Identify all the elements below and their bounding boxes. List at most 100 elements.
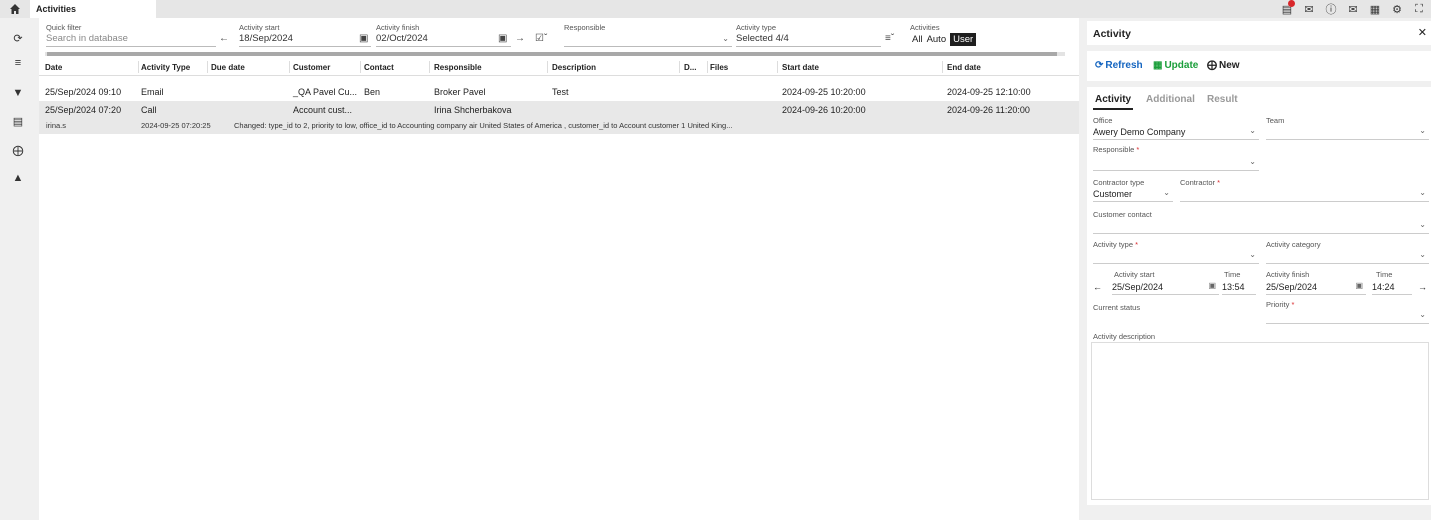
sliders-icon[interactable]: ≡ — [11, 56, 25, 70]
refresh-icon[interactable]: ⟳ — [11, 31, 25, 45]
refresh-button[interactable]: ⟳ Refresh — [1095, 60, 1143, 71]
customer-contact-label: Customer contact — [1093, 210, 1152, 219]
chevron-down-icon: ⌄ — [1249, 126, 1256, 135]
chat-icon[interactable]: ✉ — [1345, 1, 1361, 17]
activity-start-input[interactable]: 25/Sep/2024 ▣ — [1112, 280, 1219, 295]
calendar-icon[interactable]: ▣ — [1355, 281, 1363, 290]
info-icon[interactable]: ⓘ — [1323, 1, 1339, 17]
filter-icon[interactable]: ▼ — [11, 86, 25, 100]
panel-header: Activity ✕ — [1087, 21, 1431, 45]
tab-result[interactable]: Result — [1207, 94, 1238, 105]
col-customer[interactable]: Customer — [293, 63, 330, 72]
scrollbar-thumb[interactable] — [47, 52, 1057, 56]
team-select[interactable]: ⌄ — [1266, 125, 1429, 140]
contractor-label: Contractor * — [1180, 178, 1221, 187]
save-icon: ▦ — [1153, 60, 1163, 71]
col-end-date[interactable]: End date — [947, 63, 981, 72]
panel-form: Activity Additional Result Office Awery … — [1087, 87, 1431, 505]
next-period-arrow-icon[interactable]: → — [515, 33, 525, 44]
customer-contact-select[interactable]: ⌄ — [1093, 219, 1429, 234]
layers-icon[interactable]: ≡ˇ — [885, 33, 894, 44]
col-description[interactable]: Description — [552, 63, 596, 72]
activity-start-label: Activity start — [239, 23, 280, 32]
activities-auto[interactable]: Auto — [927, 34, 947, 45]
activity-description-label: Activity description — [1093, 332, 1156, 341]
priority-select[interactable]: ⌄ — [1266, 309, 1429, 324]
chevron-down-icon: ⌄ — [1419, 126, 1426, 135]
cell-type: Call — [141, 105, 157, 115]
activity-panel: Activity ✕ ⟳ Refresh ▦ Update ⨁ New Activit… — [1083, 18, 1431, 520]
contractor-select[interactable]: ⌄ — [1180, 187, 1429, 202]
activities-all[interactable]: All — [912, 34, 923, 45]
eraser-icon[interactable]: ▲ — [11, 171, 25, 185]
contractor-type-label: Contractor type — [1093, 178, 1145, 187]
table-row[interactable]: 25/Sep/2024 07:20 Call Account cust... I… — [39, 101, 1079, 134]
start-time-input[interactable]: 13:54 — [1222, 280, 1256, 295]
calendar-icon[interactable]: ▣ — [359, 33, 368, 44]
history-time: 2024-09-25 07:20:25 — [141, 121, 211, 130]
cell-type: Email — [141, 87, 164, 97]
filter-bar: Quick filter Search in database ← Activi… — [39, 18, 1079, 54]
col-start-date[interactable]: Start date — [782, 63, 819, 72]
quick-filter-label: Quick filter — [46, 23, 82, 32]
calendar-icon[interactable]: ▣ — [498, 33, 507, 44]
notifications-icon[interactable]: ▤ — [1279, 0, 1295, 17]
cell-end: 2024-09-25 12:10:00 — [947, 87, 1031, 97]
close-icon[interactable]: ✕ — [1418, 26, 1427, 39]
activity-description-textarea[interactable] — [1091, 342, 1429, 500]
prev-period-arrow-icon[interactable]: ← — [219, 33, 229, 44]
activity-type-select[interactable]: Selected 4/4 — [736, 33, 881, 47]
next-arrow-icon[interactable]: → — [1418, 280, 1430, 295]
current-status-label: Current status — [1093, 303, 1141, 312]
new-button[interactable]: ⨁ New — [1207, 60, 1240, 71]
col-date[interactable]: Date — [45, 63, 62, 72]
quick-filter-input[interactable]: Search in database — [46, 33, 216, 47]
tab-additional[interactable]: Additional — [1146, 94, 1195, 105]
cell-contact: Ben — [364, 87, 381, 97]
start-time-label: Time — [1224, 270, 1241, 279]
gear-icon[interactable]: ⚙ — [1389, 1, 1405, 17]
mail-icon[interactable]: ✉ — [1301, 1, 1317, 17]
finish-time-input[interactable]: 14:24 — [1372, 280, 1412, 295]
col-due-date[interactable]: Due date — [211, 63, 245, 72]
col-activity-type[interactable]: Activity Type — [141, 63, 190, 72]
chevron-down-icon: ⌄ — [722, 34, 729, 43]
table-row[interactable]: 25/Sep/2024 09:10 Email _QA Pavel Cu... … — [39, 83, 1079, 100]
update-button[interactable]: ▦ Update — [1153, 60, 1198, 71]
activity-finish-input[interactable]: 25/Sep/2024 ▣ — [1266, 280, 1366, 295]
col-files[interactable]: Files — [710, 63, 728, 72]
contractor-type-select[interactable]: Customer ⌄ — [1093, 187, 1173, 202]
horizontal-scrollbar[interactable] — [45, 52, 1065, 56]
home-icon[interactable] — [9, 3, 21, 15]
team-label: Team — [1266, 116, 1285, 125]
activities-label: Activities — [910, 23, 940, 32]
cell-customer: Account cust... — [293, 105, 353, 115]
history-user: irina.s — [46, 121, 67, 130]
activity-finish-input[interactable]: 02/Oct/2024 — [376, 33, 511, 47]
panel-title: Activity — [1093, 28, 1131, 40]
office-select[interactable]: Awery Demo Company ⌄ — [1093, 125, 1259, 140]
tab-activities[interactable]: Activities — [30, 0, 156, 18]
calendar-icon[interactable]: ▣ — [1208, 281, 1216, 290]
calendar-check-icon[interactable]: ☑ˇ — [535, 33, 547, 44]
activity-type-select[interactable]: ⌄ — [1093, 249, 1259, 264]
panel-actions: ⟳ Refresh ▦ Update ⨁ New — [1087, 51, 1431, 81]
calendar-icon[interactable]: ▦ — [1367, 1, 1383, 17]
chevron-down-icon: ⌄ — [1249, 157, 1256, 166]
office-label: Office — [1093, 116, 1113, 125]
activity-start-input[interactable]: 18/Sep/2024 — [239, 33, 371, 47]
responsible-select[interactable]: ⌄ — [564, 33, 732, 47]
col-responsible[interactable]: Responsible — [434, 63, 482, 72]
col-contact[interactable]: Contact — [364, 63, 394, 72]
col-d[interactable]: D... — [684, 63, 696, 72]
tab-activity[interactable]: Activity — [1095, 94, 1131, 105]
activity-category-label: Activity category — [1266, 240, 1321, 249]
fullscreen-icon[interactable]: ⛶ — [1411, 1, 1427, 17]
document-icon[interactable]: ▤ — [11, 114, 25, 128]
chevron-down-icon: ⌄ — [1249, 250, 1256, 259]
responsible-select[interactable]: ⌄ — [1093, 156, 1259, 171]
prev-arrow-icon[interactable]: ← — [1093, 280, 1107, 295]
activities-user[interactable]: User — [950, 33, 977, 46]
activity-category-select[interactable]: ⌄ — [1266, 249, 1429, 264]
plus-circle-icon[interactable]: ⨁ — [11, 143, 25, 157]
